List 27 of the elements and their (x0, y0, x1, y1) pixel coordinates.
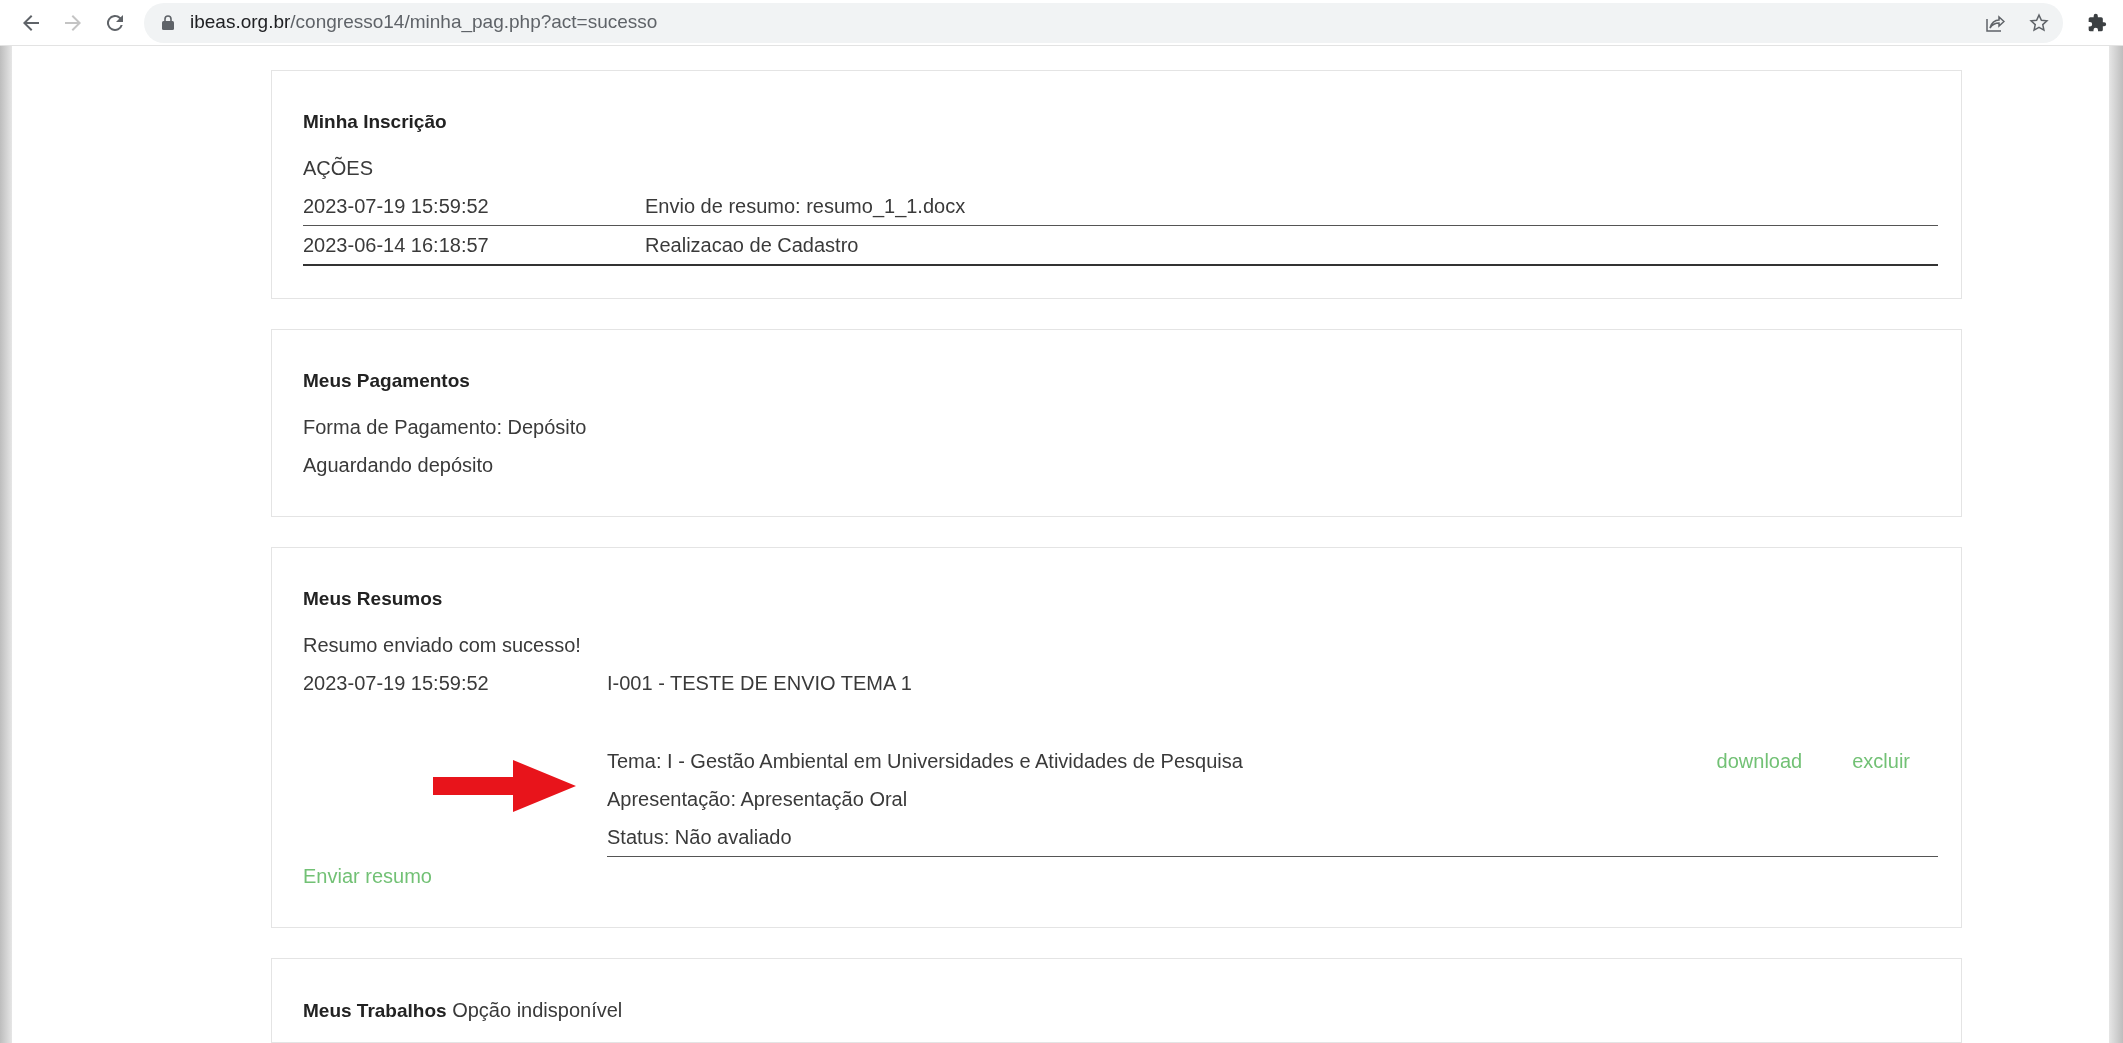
section-title: Meus Resumos (303, 587, 444, 611)
section-title: Meus Trabalhos (303, 1000, 447, 1021)
date-cell-text: 2023-07-19 15:59:52 (303, 671, 490, 696)
date-cell-text: 2023-07-19 15:59:52 (303, 194, 490, 219)
address-bar[interactable]: ibeas.org.br/congresso14/minha_pag.php?act=sucesso (144, 2, 2063, 43)
puzzle-icon[interactable] (2087, 12, 2107, 33)
action-cell-text: Envio de resumo: resumo_1_1.docx (645, 194, 966, 220)
unavailable-note: Opção indisponível (452, 999, 623, 1021)
payment-text: Forma de Pagamento: Depósito (303, 415, 588, 440)
success-message: Resumo enviado com sucesso! (303, 633, 582, 658)
section-title: Minha Inscrição (303, 110, 448, 134)
url-text: ibeas.org.br/congresso14/minha_pag.php?act=sucesso (190, 10, 658, 35)
submit-link[interactable]: Enviar resumo (303, 865, 432, 887)
date-cell-text: 2023-06-14 16:18:57 (303, 233, 490, 258)
lock-icon (162, 15, 174, 30)
action-link[interactable]: download (1716, 742, 1803, 780)
action-cell-text: Realizacao de Cadastro (645, 233, 859, 258)
abstract-detail: Apresentação: Apresentação Oral (607, 787, 909, 812)
section-subtitle: AÇÕES (303, 155, 375, 181)
arrow-icon (433, 760, 576, 812)
abstract-detail: Tema: I - Gestão Ambiental em Universidades e Atividades de Pesquisa (607, 749, 1244, 774)
abstract-title: I-001 - TESTE DE ENVIO TEMA 1 (607, 671, 912, 696)
star-icon[interactable] (2029, 12, 2049, 33)
abstract-detail: Status: Não avaliado (607, 825, 793, 850)
payment-text: Aguardando depósito (303, 453, 495, 478)
section-title: Meus Pagamentos (303, 369, 471, 393)
action-link[interactable]: excluir (1852, 742, 1910, 780)
